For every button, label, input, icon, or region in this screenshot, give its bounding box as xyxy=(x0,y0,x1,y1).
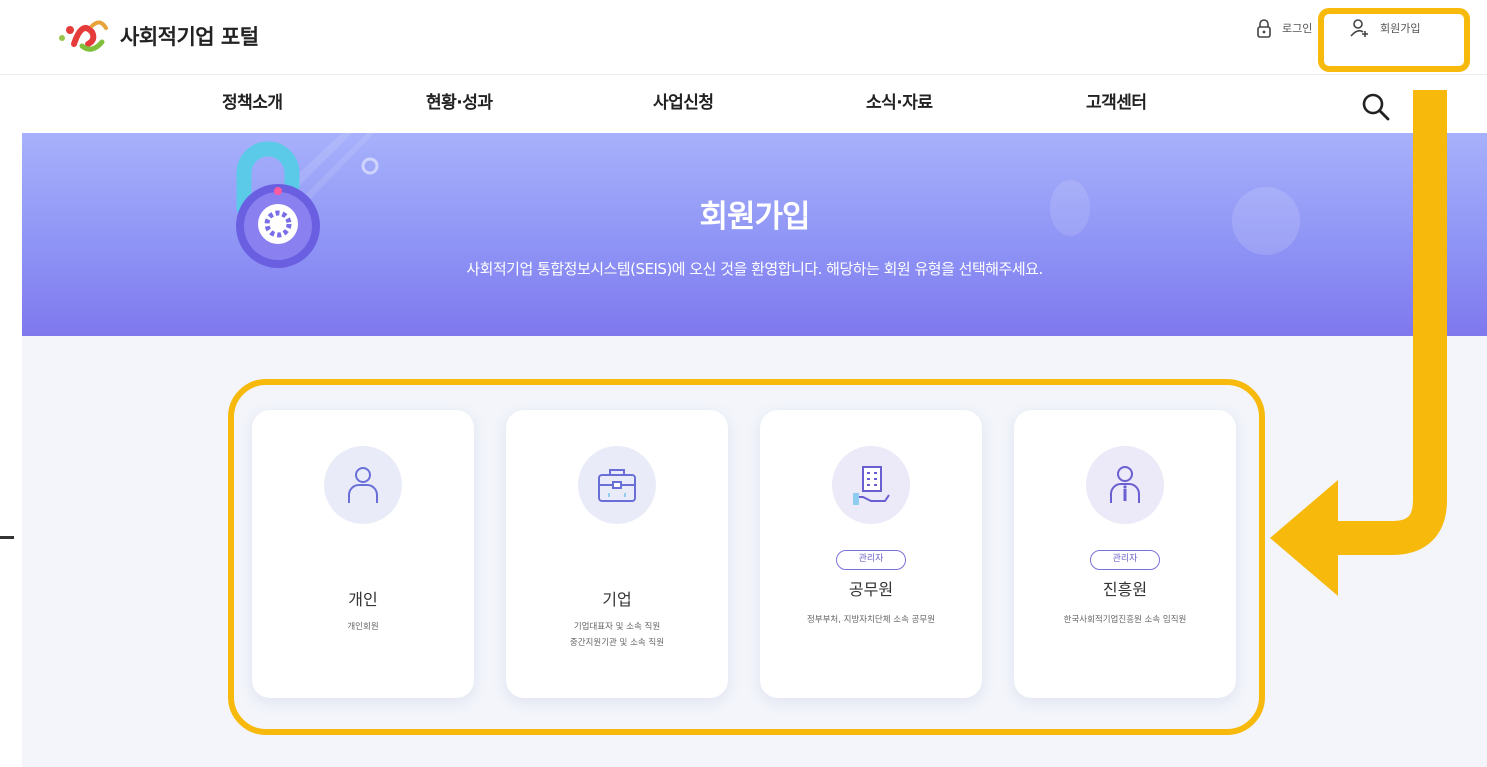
guide-arrow-icon xyxy=(1270,90,1447,596)
cards-highlight-frame xyxy=(228,379,1265,735)
side-edge-underline xyxy=(0,536,14,539)
logo-text: 사회적기업 포털 xyxy=(120,25,259,49)
nav-item-policy[interactable]: 정책소개 xyxy=(222,88,283,113)
logo-mark-icon xyxy=(52,14,112,58)
nav-item-status[interactable]: 현황·성과 xyxy=(426,88,493,113)
login-label: 로그인 xyxy=(1282,22,1313,35)
lock-icon xyxy=(1257,19,1271,38)
login-link[interactable]: 로그인 xyxy=(1256,18,1312,38)
nav-item-news[interactable]: 소식·자료 xyxy=(866,88,933,113)
site-logo[interactable]: 사회적기업 포털 xyxy=(52,14,259,58)
nav-item-support[interactable]: 고객센터 xyxy=(1086,88,1147,113)
nav-item-apply[interactable]: 사업신청 xyxy=(653,88,714,113)
